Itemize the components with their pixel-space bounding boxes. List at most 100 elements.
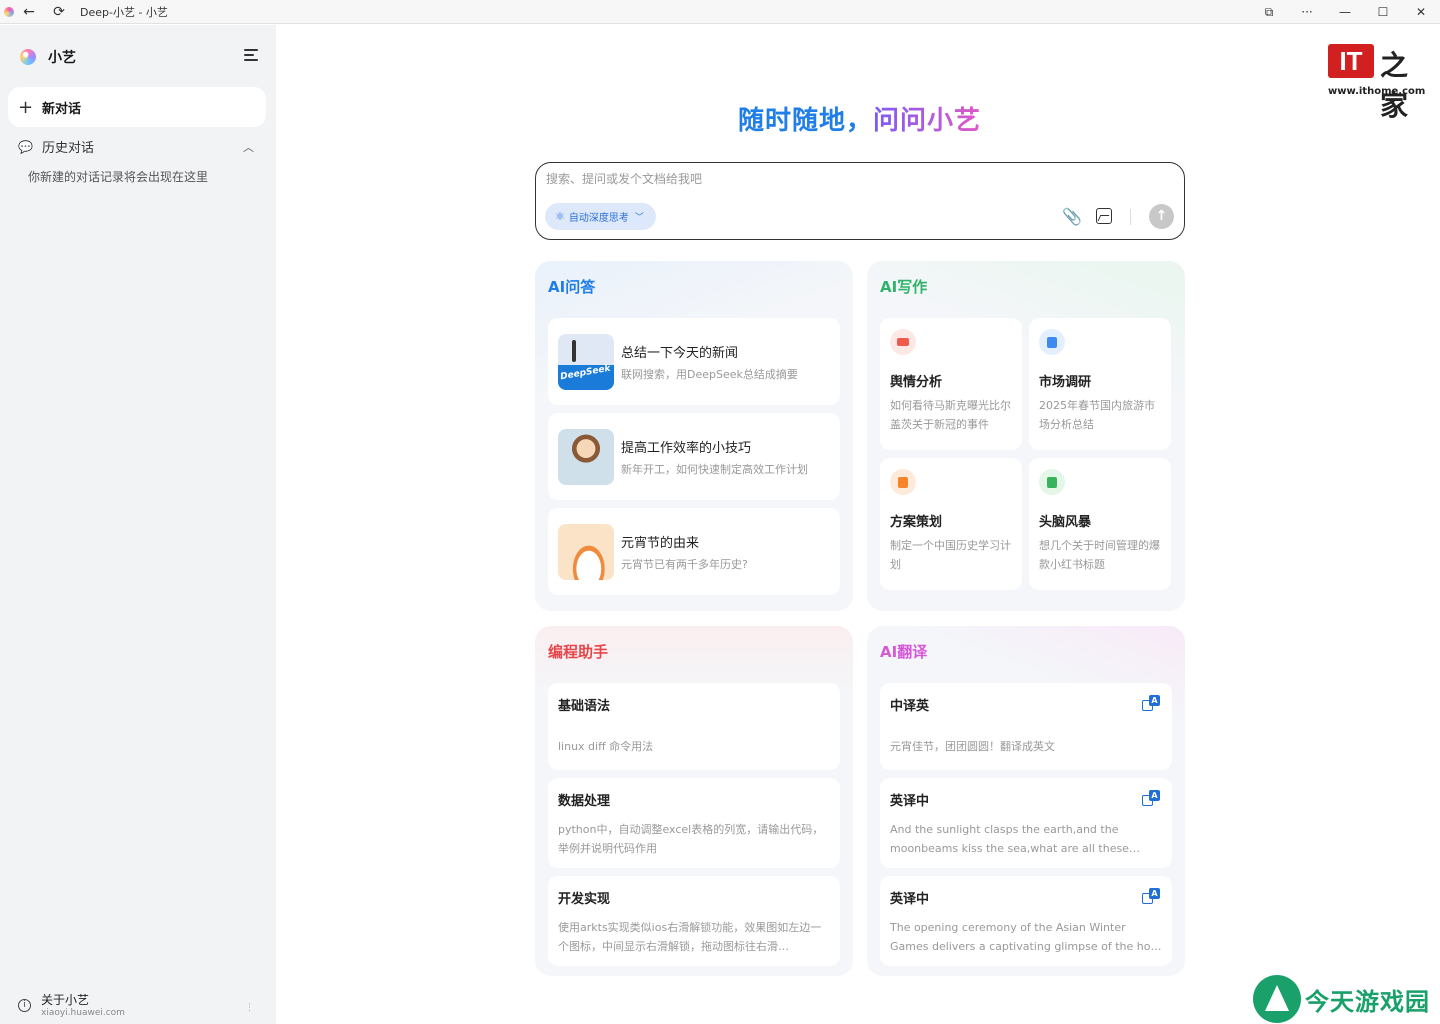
writing-card[interactable]: 舆情分析 如何看待马斯克曝光比尔盖茨关于新冠的事件 (880, 318, 1022, 450)
plan-icon (890, 469, 916, 495)
writing-card-title: 舆情分析 (890, 375, 943, 390)
translate-icon: A (1142, 790, 1160, 806)
qa-card-title: 元宵节的由来 (621, 536, 700, 551)
translate-title: AI翻译 (880, 643, 928, 661)
writing-card[interactable]: 头脑风暴 想几个关于时间管理的爆款小红书标题 (1029, 458, 1171, 590)
refresh-icon[interactable]: ⟳ (44, 0, 74, 24)
jintian-watermark-text: 今天游戏园 (1305, 987, 1430, 1016)
ai-writing-title: AI写作 (880, 278, 928, 296)
translate-card[interactable]: 中译英 A 元宵佳节，团团圆圆！翻译成英文 (880, 683, 1172, 770)
deep-think-chip[interactable]: ⚛ 自动深度思考 ﹀ (545, 203, 656, 230)
document-icon (1039, 329, 1065, 355)
translate-card-sub: 元宵佳节，团团圆圆！翻译成英文 (890, 740, 1055, 753)
ithome-logo-cn: 之家 (1380, 49, 1409, 122)
translate-card-title: 英译中 (890, 794, 930, 809)
minimize-icon[interactable]: — (1326, 0, 1364, 24)
cast-icon[interactable]: ⧉ (1250, 0, 1288, 24)
history-label: 历史对话 (41, 141, 94, 156)
coding-card[interactable]: 数据处理 python中，自动调整excel表格的列宽，请输出代码，举例并说明代… (548, 778, 840, 868)
attachment-icon[interactable]: 📎 (1062, 207, 1082, 227)
history-section-toggle[interactable]: 💬 历史对话 ︿ (18, 137, 258, 157)
qa-card[interactable]: 提高工作效率的小技巧 新年开工，如何快速制定高效工作计划 (548, 413, 840, 500)
qa-card-sub: 元宵节已有两千多年历史? (621, 558, 748, 571)
coding-card-title: 开发实现 (558, 892, 611, 907)
maximize-icon[interactable]: ☐ (1364, 0, 1402, 24)
collapse-sidebar-icon[interactable] (242, 47, 260, 63)
coding-card-title: 基础语法 (558, 699, 611, 714)
writing-card-title: 头脑风暴 (1039, 515, 1092, 530)
chevron-down-icon: ﹀ (634, 213, 644, 223)
coding-card-sub: 使用arkts实现类似ios右滑解锁功能，效果图如左边一个图标，中间显示右滑解锁… (558, 921, 822, 953)
coding-card[interactable]: 基础语法 linux diff 命令用法 (548, 683, 840, 770)
app-name: 小艺 (48, 50, 76, 66)
writing-card[interactable]: 市场调研 2025年春节国内旅游市场分析总结 (1029, 318, 1171, 450)
efficiency-thumbnail (558, 429, 614, 485)
qa-card-sub: 联网搜索，用DeepSeek总结成摘要 (621, 368, 798, 381)
coding-card[interactable]: 开发实现 使用arkts实现类似ios右滑解锁功能，效果图如左边一个图标，中间显… (548, 876, 840, 966)
hero-title: 随时随地，问问小艺 (738, 100, 981, 137)
opinion-icon (890, 329, 916, 355)
coding-card-sub: linux diff 命令用法 (558, 740, 654, 753)
new-chat-button[interactable]: + 新对话 (8, 87, 266, 127)
about-url: xiaoyi.huawei.com (41, 1008, 125, 1018)
coding-title: 编程助手 (548, 643, 609, 661)
translate-card-title: 中译英 (890, 699, 930, 714)
about-link[interactable]: i 关于小艺 xiaoyi.huawei.com (18, 991, 125, 1018)
lantern-festival-thumbnail (558, 524, 614, 580)
writing-card-sub: 想几个关于时间管理的爆款小红书标题 (1039, 539, 1160, 571)
writing-card[interactable]: 方案策划 制定一个中国历史学习计划 (880, 458, 1022, 590)
more-dots-icon[interactable]: ⋮ (245, 1003, 254, 1013)
writing-card-sub: 2025年春节国内旅游市场分析总结 (1039, 399, 1155, 431)
writing-card-title: 方案策划 (890, 515, 943, 530)
qa-card-sub: 新年开工，如何快速制定高效工作计划 (621, 463, 808, 476)
window-title: Deep-小艺 - 小艺 (80, 5, 168, 19)
info-icon: i (18, 999, 31, 1012)
jintian-watermark: 今天游戏园 (1253, 975, 1430, 1023)
writing-card-sub: 制定一个中国历史学习计划 (890, 539, 1011, 571)
ithome-url: www.ithome.com (1328, 86, 1426, 97)
send-button[interactable]: ↑ (1149, 204, 1174, 229)
ai-writing-panel: AI写作 舆情分析 如何看待马斯克曝光比尔盖茨关于新冠的事件 市场调研 2025… (867, 261, 1185, 611)
ithome-watermark: IT 之家 www.ithome.com (1328, 44, 1425, 122)
image-upload-icon[interactable] (1096, 208, 1112, 224)
qa-card[interactable]: DeepSeek 总结一下今天的新闻 联网搜索，用DeepSeek总结成摘要 (548, 318, 840, 405)
new-chat-label: 新对话 (42, 101, 82, 117)
translate-card[interactable]: 英译中 A The opening ceremony of the Asian … (880, 876, 1172, 966)
qa-card-title: 总结一下今天的新闻 (621, 346, 739, 361)
hero-part2: 问问小艺 (873, 106, 982, 136)
translate-icon: A (1142, 695, 1160, 711)
xiaoyi-logo-icon (20, 49, 36, 65)
translate-card-title: 英译中 (890, 892, 930, 907)
coding-card-title: 数据处理 (558, 794, 611, 809)
jintian-logo-icon (1253, 975, 1301, 1023)
deep-think-label: 自动深度思考 (568, 213, 629, 224)
sidebar: 小艺 + 新对话 💬 历史对话 ︿ 你新建的对话记录将会出现在这里 i 关于小艺… (0, 25, 276, 1024)
coding-card-sub: python中，自动调整excel表格的列宽，请输出代码，举例并说明代码作用 (558, 823, 824, 855)
translate-icon: A (1142, 888, 1160, 904)
writing-card-title: 市场调研 (1039, 375, 1092, 390)
app-logo-icon (4, 6, 14, 17)
atom-icon: ⚛ (555, 210, 565, 223)
close-icon[interactable]: ✕ (1402, 0, 1440, 24)
chat-bubble-icon: 💬 (18, 139, 33, 154)
translate-card-sub: The opening ceremony of the Asian Winter… (890, 921, 1161, 953)
writing-card-sub: 如何看待马斯克曝光比尔盖茨关于新冠的事件 (890, 399, 1011, 431)
search-input[interactable] (546, 172, 1146, 186)
more-icon[interactable]: ··· (1288, 0, 1326, 24)
history-empty-text: 你新建的对话记录将会出现在这里 (28, 170, 209, 184)
ai-qa-panel: AI问答 DeepSeek 总结一下今天的新闻 联网搜索，用DeepSeek总结… (535, 261, 853, 611)
translate-card[interactable]: 英译中 A And the sunlight clasps the earth,… (880, 778, 1172, 868)
divider (1130, 209, 1131, 225)
brainstorm-icon (1039, 469, 1065, 495)
news-thumbnail: DeepSeek (558, 334, 614, 390)
sidebar-header: 小艺 (20, 47, 76, 67)
qa-card-title: 提高工作效率的小技巧 (621, 441, 752, 456)
plus-icon: + (18, 96, 34, 118)
back-arrow-icon[interactable]: ← (14, 0, 44, 24)
qa-card[interactable]: 元宵节的由来 元宵节已有两千多年历史? (548, 508, 840, 595)
coding-panel: 编程助手 基础语法 linux diff 命令用法 数据处理 python中，自… (535, 626, 853, 976)
about-title: 关于小艺 (41, 993, 90, 1007)
hero-part1: 随时随地， (738, 106, 874, 136)
translate-panel: AI翻译 中译英 A 元宵佳节，团团圆圆！翻译成英文 英译中 A And the… (867, 626, 1185, 976)
search-box: ⚛ 自动深度思考 ﹀ 📎 ↑ (535, 162, 1185, 240)
